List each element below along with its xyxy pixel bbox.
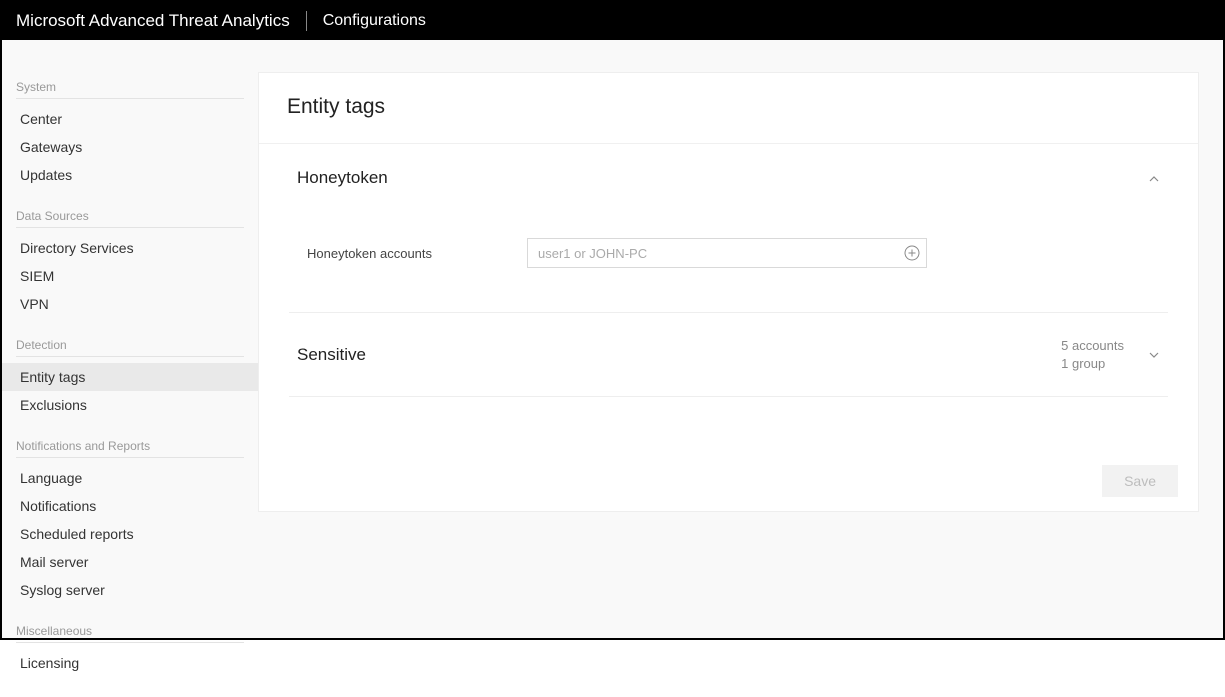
sidebar-item-syslog-server[interactable]: Syslog server: [16, 576, 244, 604]
sidebar-item-siem[interactable]: SIEM: [16, 262, 244, 290]
sidebar-group: Data Sources Directory ServicesSIEMVPN: [2, 209, 258, 338]
sidebar-group-header: Data Sources: [16, 209, 244, 228]
sidebar: SystemCenterGatewaysUpdatesData SourcesD…: [2, 40, 258, 638]
sidebar-item-scheduled-reports[interactable]: Scheduled reports: [16, 520, 244, 548]
sidebar-item-entity-tags[interactable]: Entity tags: [2, 363, 258, 391]
sidebar-item-vpn[interactable]: VPN: [16, 290, 244, 318]
honeytoken-accounts-input[interactable]: [527, 238, 927, 268]
honeytoken-title: Honeytoken: [297, 168, 388, 188]
honeytoken-accounts-label: Honeytoken accounts: [297, 246, 527, 261]
sensitive-accounts-count: 5 accounts: [1061, 337, 1124, 355]
sidebar-group: Notifications and Reports LanguageNotific…: [2, 439, 258, 624]
sidebar-item-directory-services[interactable]: Directory Services: [16, 234, 244, 262]
sidebar-group: Miscellaneous Licensing: [2, 624, 258, 697]
main: Entity tags Honeytoken Honeytoken accoun…: [258, 40, 1223, 638]
product-name: Microsoft Advanced Threat Analytics: [16, 11, 307, 31]
sidebar-item-language[interactable]: Language: [16, 464, 244, 492]
sections: Honeytoken Honeytoken accounts: [259, 144, 1198, 397]
sidebar-item-mail-server[interactable]: Mail server: [16, 548, 244, 576]
top-bar: Microsoft Advanced Threat Analytics Conf…: [2, 2, 1223, 40]
sensitive-summary: 5 accounts 1 group: [1061, 337, 1160, 372]
sensitive-counts: 5 accounts 1 group: [1061, 337, 1124, 372]
honeytoken-section: Honeytoken Honeytoken accounts: [289, 144, 1168, 313]
sidebar-item-updates[interactable]: Updates: [16, 161, 244, 189]
chevron-down-icon: [1148, 349, 1160, 361]
sensitive-title: Sensitive: [297, 345, 366, 365]
settings-panel: Entity tags Honeytoken Honeytoken accoun…: [258, 72, 1199, 512]
page-title: Entity tags: [259, 73, 1198, 144]
honeytoken-header[interactable]: Honeytoken: [297, 168, 1160, 188]
work-area: SystemCenterGatewaysUpdatesData SourcesD…: [2, 40, 1223, 638]
sidebar-group-header: Notifications and Reports: [16, 439, 244, 458]
save-button[interactable]: Save: [1102, 465, 1178, 497]
honeytoken-body: Honeytoken accounts: [297, 188, 1160, 288]
page-name: Configurations: [307, 12, 426, 30]
chevron-up-icon: [1148, 172, 1160, 184]
sidebar-group: Detection Entity tagsExclusions: [2, 338, 258, 439]
sensitive-section: Sensitive 5 accounts 1 group: [289, 313, 1168, 397]
sidebar-group-header: Miscellaneous: [16, 624, 244, 643]
sidebar-group-header: System: [16, 80, 244, 99]
sidebar-group: System CenterGatewaysUpdates: [2, 80, 258, 209]
sidebar-item-exclusions[interactable]: Exclusions: [16, 391, 244, 419]
sidebar-item-notifications[interactable]: Notifications: [16, 492, 244, 520]
sidebar-item-gateways[interactable]: Gateways: [16, 133, 244, 161]
sidebar-group-header: Detection: [16, 338, 244, 357]
sidebar-item-licensing[interactable]: Licensing: [16, 649, 244, 677]
plus-circle-icon[interactable]: [903, 244, 921, 262]
sensitive-groups-count: 1 group: [1061, 355, 1124, 373]
sensitive-header[interactable]: Sensitive 5 accounts 1 group: [297, 337, 1160, 372]
sidebar-item-center[interactable]: Center: [16, 105, 244, 133]
save-row: Save: [1102, 465, 1178, 497]
honeytoken-input-wrap: [527, 238, 927, 268]
